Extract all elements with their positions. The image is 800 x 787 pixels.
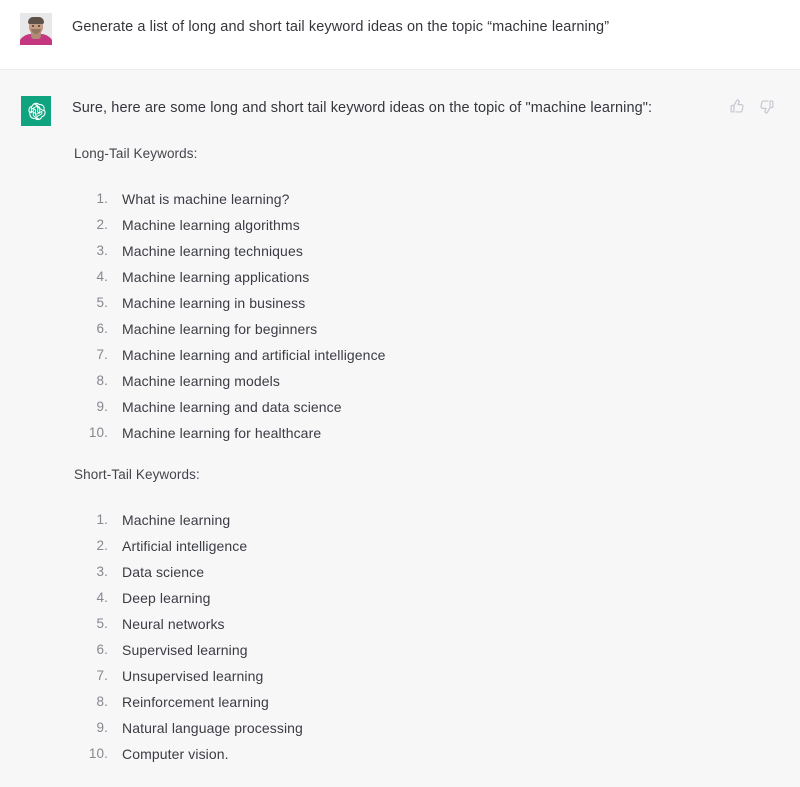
long-tail-keyword-list: What is machine learning? Machine learni… [72,186,776,446]
assistant-message-row: Sure, here are some long and short tail … [0,70,800,787]
user-prompt-text: Generate a list of long and short tail k… [72,19,610,35]
avatar-eye-left [32,25,34,27]
list-item: Unsupervised learning [78,663,264,689]
list-item: Supervised learning [78,637,248,663]
chatgpt-logo-icon [21,96,51,126]
list-item: Machine learning applications [78,264,310,290]
list-item: Artificial intelligence [78,533,248,559]
assistant-intro-row: Sure, here are some long and short tail … [72,94,776,119]
section-long-tail: Long-Tail Keywords: What is machine lear… [72,144,776,446]
list-item: Machine learning and data science [78,394,342,420]
section-heading: Short-Tail Keywords: [74,467,200,482]
list-item: Neural networks [78,611,225,637]
user-message-row: Generate a list of long and short tail k… [0,0,800,70]
list-item: Machine learning and artificial intellig… [78,342,386,368]
thumbs-up-icon[interactable] [728,97,747,116]
assistant-avatar-column [0,94,72,126]
user-avatar-column [0,11,72,45]
list-item: Machine learning [78,507,231,533]
section-short-tail: Short-Tail Keywords: Machine learning Ar… [72,465,776,767]
list-item: Deep learning [78,585,211,611]
list-item: Machine learning algorithms [78,212,300,238]
section-heading: Long-Tail Keywords: [74,146,198,161]
list-item: Machine learning for beginners [78,316,318,342]
list-item: Reinforcement learning [78,689,269,715]
list-item: Data science [78,559,205,585]
thumbs-down-icon[interactable] [757,97,776,116]
chat-conversation: Generate a list of long and short tail k… [0,0,800,787]
list-item: Natural language processing [78,715,303,741]
short-tail-keyword-list: Machine learning Artificial intelligence… [72,507,776,767]
assistant-answer-body: Long-Tail Keywords: What is machine lear… [72,119,776,767]
list-item: Machine learning in business [78,290,306,316]
avatar-eye-right [38,25,40,27]
assistant-intro-text: Sure, here are some long and short tail … [72,100,653,116]
avatar-hair [28,17,44,24]
user-avatar [20,13,52,45]
user-message-content: Generate a list of long and short tail k… [72,11,800,38]
assistant-message-content: Sure, here are some long and short tail … [72,94,800,767]
list-item: Machine learning for healthcare [78,420,322,446]
list-item: What is machine learning? [78,186,290,212]
list-item: Computer vision. [78,741,229,767]
list-item: Machine learning models [78,368,280,394]
list-item: Machine learning techniques [78,238,303,264]
feedback-controls [728,94,776,116]
